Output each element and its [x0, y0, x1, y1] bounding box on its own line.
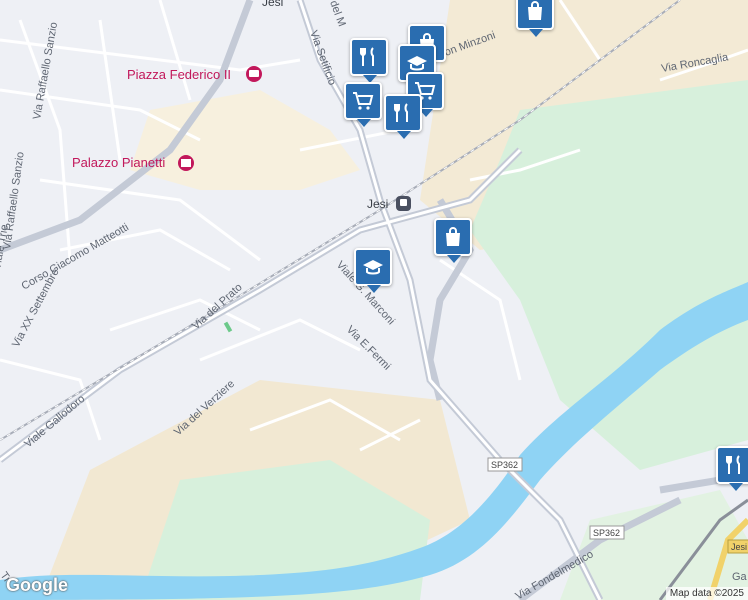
poi-label-piazza: Piazza Federico II [127, 67, 231, 82]
svg-text:Jesi: Jesi [731, 542, 747, 552]
shopping-bag-pin-3[interactable] [434, 218, 472, 263]
svg-text:SP362: SP362 [491, 460, 518, 470]
school-pin-2[interactable] [354, 248, 392, 293]
landmark-icon[interactable] [178, 155, 194, 171]
restaurant-icon [360, 47, 374, 66]
poi-label-palazzo: Palazzo Pianetti [72, 155, 165, 170]
restaurant-icon [726, 455, 740, 474]
google-logo: Google [6, 575, 68, 595]
restaurant-icon [394, 103, 408, 122]
restaurant-pin-3[interactable] [716, 446, 748, 491]
place-label: Ga [732, 571, 748, 583]
svg-text:SP362: SP362 [593, 528, 620, 538]
shopping-bag-icon [528, 1, 542, 20]
museum-icon[interactable] [246, 66, 262, 82]
restaurant-pin-1[interactable] [350, 38, 388, 83]
road-shield: SP362 [589, 525, 625, 540]
road-shield: SP362 [487, 457, 523, 472]
shopping-bag-pin-2[interactable] [516, 0, 554, 37]
shopping-bag-icon [446, 227, 460, 246]
road-shield: Jesi [727, 539, 748, 554]
train-station-icon[interactable] [396, 196, 411, 211]
map-attribution[interactable]: Map data ©2025 [665, 587, 748, 600]
cart-pin-2[interactable] [344, 82, 382, 127]
station-label: Jesi [367, 197, 388, 211]
restaurant-pin-2[interactable] [384, 94, 422, 139]
cart-icon [353, 92, 374, 110]
school-icon [363, 260, 383, 275]
town-label: Jesi [262, 0, 283, 9]
